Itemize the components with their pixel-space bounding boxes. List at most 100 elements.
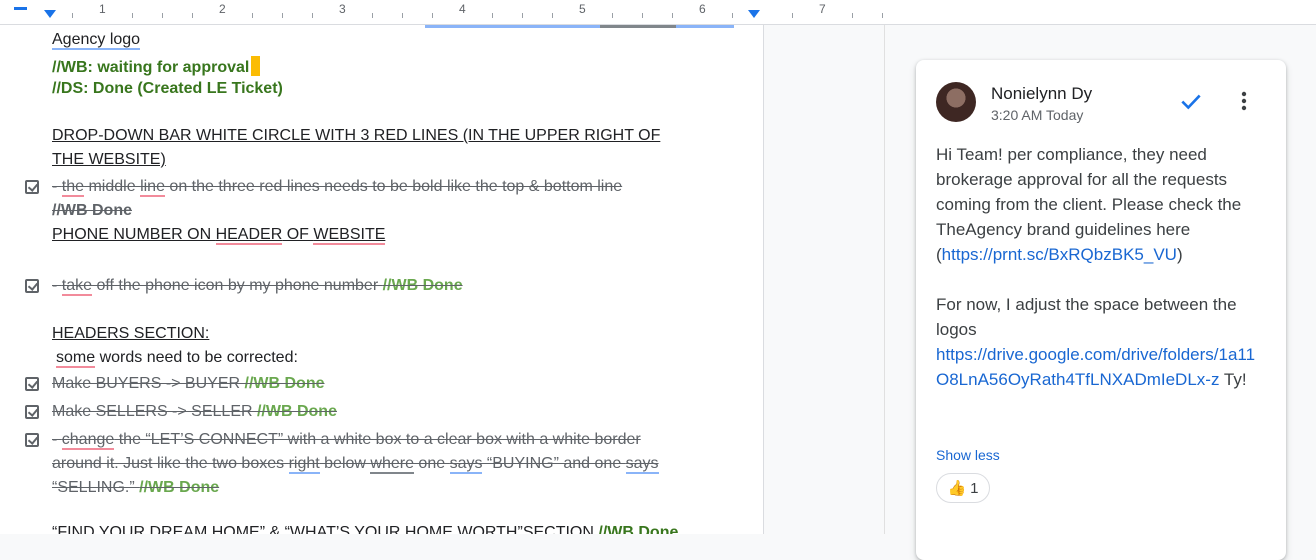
comment-body: Hi Team! per compliance, they need broke… [936, 142, 1256, 392]
comment-link[interactable]: https://drive.google.com/drive/folders/1… [936, 345, 1255, 389]
checkbox-checked-icon[interactable] [25, 377, 39, 391]
comment-link[interactable]: https://prnt.sc/BxRQbzBK5_VU [942, 245, 1177, 264]
ruler-tick [192, 13, 193, 18]
left-indent-marker[interactable] [44, 10, 56, 18]
checklist-item[interactable]: - take off the phone icon by my phone nu… [52, 277, 463, 296]
grammar-word: says [449, 455, 483, 474]
text-run: middle [84, 178, 141, 195]
text-run: below [319, 455, 371, 472]
doc-line[interactable]: //WB: waiting for approval [52, 56, 261, 77]
ruler-number: 7 [819, 2, 826, 16]
grammar-word: right [288, 455, 320, 474]
misspelled-word: change [61, 431, 115, 450]
ruler-tick [252, 13, 253, 18]
text-run: words need to be corrected: [95, 349, 298, 366]
checklist-item[interactable]: - the middle line on the three red lines… [52, 178, 623, 197]
spelling-underline [676, 25, 734, 28]
ds-done-note: //DS: Done (Created LE Ticket) [52, 80, 283, 97]
ruler-number: 4 [459, 2, 466, 16]
grammar-underline [600, 25, 676, 28]
horizontal-ruler[interactable]: 1 2 3 4 5 6 7 [0, 0, 1316, 25]
misspelled-word: HEADER [215, 226, 283, 245]
avatar [936, 82, 976, 122]
ruler-tick [732, 13, 733, 18]
resolve-check-icon[interactable] [1178, 88, 1204, 114]
checklist-item[interactable]: Make BUYERS -> BUYER //WB Done [52, 375, 325, 393]
ruler-tick [402, 13, 403, 18]
text-run: PHONE NUMBER ON [52, 226, 216, 243]
misspelled-word: the [61, 178, 85, 197]
text-run: - [52, 277, 62, 294]
ruler-tick [882, 13, 883, 18]
comment-anchor-highlight[interactable] [251, 56, 261, 76]
text-run: Make BUYERS -> BUYER [52, 375, 245, 392]
done-note: //WB Done [244, 375, 325, 392]
reaction-chip[interactable]: 👍 1 [936, 473, 990, 503]
checkbox-checked-icon[interactable] [25, 405, 39, 419]
reaction-count: 1 [970, 479, 979, 497]
checklist-item[interactable]: - change the “LET’S CONNECT” with a whit… [52, 431, 641, 450]
done-note[interactable]: //WB Done [52, 202, 132, 220]
thumbs-up-icon: 👍 [947, 480, 967, 497]
ruler-tick [492, 13, 493, 18]
first-line-indent-marker[interactable] [14, 7, 27, 10]
ruler-number: 2 [219, 2, 226, 16]
checkbox-checked-icon[interactable] [25, 279, 39, 293]
comment-text: For now, I adjust the space between the … [936, 295, 1237, 339]
comment-text: ) [1176, 245, 1183, 264]
ruler-tick [72, 13, 73, 18]
ruler-tick [552, 13, 553, 18]
grammar-word: where [370, 455, 414, 474]
done-note: //WB Done [382, 277, 463, 294]
spelling-underline [425, 25, 600, 28]
done-note: //WB Done [139, 479, 220, 496]
text-run: on the three red lines needs to be bold … [164, 178, 623, 195]
checklist-item-cont[interactable]: around it. Just like the two boxes right… [52, 455, 659, 474]
ruler-tick [372, 13, 373, 18]
text-run: “BUYING” and one [482, 455, 626, 472]
doc-line[interactable]: //DS: Done (Created LE Ticket) [52, 80, 283, 98]
doc-line[interactable]: Agency logo [52, 31, 141, 50]
text-run: one [413, 455, 450, 472]
ruler-number: 1 [99, 2, 106, 16]
comment-card[interactable]: Nonielynn Dy 3:20 AM Today Hi Team! per … [916, 60, 1286, 560]
ruler-number: 6 [699, 2, 706, 16]
comment-text: Ty! [1219, 370, 1247, 389]
phone-heading[interactable]: PHONE NUMBER ON HEADER OF WEBSITE [52, 226, 386, 245]
text-run: - [52, 431, 62, 448]
ruler-tick [162, 13, 163, 18]
checkbox-checked-icon[interactable] [25, 433, 39, 447]
more-vert-icon[interactable] [1232, 88, 1256, 114]
dropdown-heading[interactable]: DROP-DOWN BAR WHITE CIRCLE WITH 3 RED LI… [52, 127, 660, 145]
text-run: OF [282, 226, 314, 243]
doc-line[interactable]: some words need to be corrected: [56, 349, 298, 368]
misspelled-word: WEBSITE [313, 226, 386, 245]
ruler-tick [312, 13, 313, 18]
ruler-number: 5 [579, 2, 586, 16]
ruler-tick [642, 13, 643, 18]
ruler-tick [522, 13, 523, 18]
ruler-tick [852, 13, 853, 18]
wb-waiting-note: //WB: waiting for approval [52, 59, 250, 76]
checkbox-checked-icon[interactable] [25, 180, 39, 194]
text-run: “FIND YOUR DREAM HOME” & “WHAT’S YOUR HO… [52, 524, 599, 534]
doc-line[interactable]: “FIND YOUR DREAM HOME” & “WHAT’S YOUR HO… [52, 524, 678, 534]
right-indent-marker[interactable] [748, 10, 760, 18]
grammar-word: says [625, 455, 659, 474]
ruler-tick [612, 13, 613, 18]
ruler-tick [132, 13, 133, 18]
document-page[interactable]: Agency logo //WB: waiting for approval /… [0, 25, 764, 534]
checklist-item[interactable]: Make SELLERS -> SELLER //WB Done [52, 403, 337, 421]
page-gutter [764, 25, 885, 534]
text-run: around it. Just like the two boxes [52, 455, 289, 472]
agency-logo-text: Agency logo [52, 31, 141, 50]
comment-time: 3:20 AM Today [991, 107, 1084, 123]
checklist-item-cont[interactable]: “SELLING.” //WB Done [52, 479, 219, 497]
text-run: - [52, 178, 62, 195]
dropdown-heading-cont[interactable]: THE WEBSITE) [52, 151, 166, 169]
headers-heading[interactable]: HEADERS SECTION: [52, 325, 209, 343]
misspelled-word: some [56, 349, 96, 368]
ruler-tick [282, 13, 283, 18]
show-less-link[interactable]: Show less [936, 447, 1000, 463]
ruler-tick [432, 13, 433, 18]
